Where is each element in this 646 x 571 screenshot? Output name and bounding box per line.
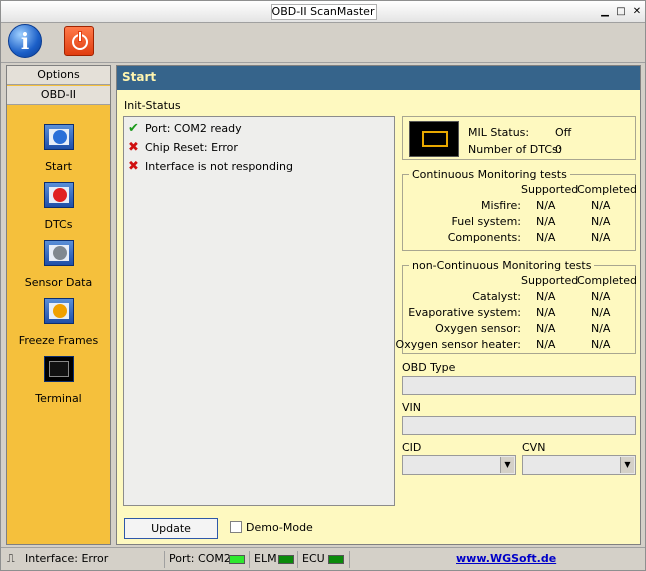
check-engine-icon <box>409 121 459 157</box>
init-status-list[interactable]: ✔ Port: COM2 ready ✖ Chip Reset: Error ✖… <box>123 116 395 506</box>
power-icon[interactable] <box>64 26 94 56</box>
row-completed: N/A <box>591 215 611 228</box>
row-supported: N/A <box>536 215 556 228</box>
port-cell: Port: COM2 <box>164 551 249 568</box>
update-button[interactable]: Update <box>124 518 218 539</box>
sidebar-item-sensor-data[interactable]: Sensor Data <box>7 240 110 289</box>
row-completed: N/A <box>591 231 611 244</box>
demo-mode-checkbox[interactable] <box>230 521 242 533</box>
toolbar: i <box>1 23 645 63</box>
start-info-icon <box>43 124 74 150</box>
dtc-count-label: Number of DTCs: <box>468 143 562 156</box>
group-title: Continuous Monitoring tests <box>409 168 570 181</box>
port-status: Port: COM2 <box>169 552 231 565</box>
tab-obd-ii[interactable]: OBD-II <box>7 86 110 105</box>
terminal-icon <box>43 356 74 382</box>
row-completed: N/A <box>591 290 611 303</box>
col-supported: Supported <box>521 183 579 196</box>
mil-status-box: MIL Status: Off Number of DTCs: 0 <box>402 116 636 160</box>
maximize-button[interactable]: □ <box>615 6 627 18</box>
tab-options[interactable]: Options <box>7 66 110 85</box>
sidebar-item-terminal[interactable]: Terminal <box>7 356 110 405</box>
title-bar[interactable]: OBD-II ScanMaster ▁ □ ✕ <box>1 1 645 23</box>
chevron-down-icon: ▼ <box>500 457 514 473</box>
dtc-error-icon <box>43 182 74 208</box>
sidebar-item-start[interactable]: Start <box>7 124 110 173</box>
row-name: Catalyst: <box>472 290 521 303</box>
row-supported: N/A <box>536 199 556 212</box>
interface-status: Interface: Error <box>25 552 109 565</box>
mil-status-value: Off <box>555 126 572 139</box>
row-name: Fuel system: <box>451 215 522 228</box>
row-completed: N/A <box>591 306 611 319</box>
obd-type-field[interactable] <box>402 376 636 395</box>
vin-field[interactable] <box>402 416 636 435</box>
elm-label: ELM <box>254 552 277 565</box>
sidebar-item-label: Terminal <box>35 392 82 405</box>
row-supported: N/A <box>536 306 556 319</box>
row-supported: N/A <box>536 290 556 303</box>
window-title: OBD-II ScanMaster <box>271 5 375 18</box>
row-supported: N/A <box>536 322 556 335</box>
sidebar-item-label: DTCs <box>44 218 73 231</box>
row-name: Components: <box>447 231 521 244</box>
close-button[interactable]: ✕ <box>631 6 643 18</box>
row-completed: N/A <box>591 338 611 351</box>
demo-mode-label[interactable]: Demo-Mode <box>246 521 313 534</box>
ecu-led <box>328 555 344 564</box>
row-name: Evaporative system: <box>408 306 521 319</box>
col-completed: Completed <box>577 274 637 287</box>
continuous-monitoring-group: Continuous Monitoring tests Supported Co… <box>402 168 637 251</box>
sidebar-item-freeze-frames[interactable]: Freeze Frames <box>7 298 110 347</box>
app-window: OBD-II ScanMaster ▁ □ ✕ i Options OBD-II… <box>0 0 646 571</box>
sidebar-item-label: Start <box>45 160 72 173</box>
chevron-down-icon: ▼ <box>620 457 634 473</box>
info-icon[interactable]: i <box>8 24 42 58</box>
status-text: Port: COM2 ready <box>145 122 242 135</box>
row-completed: N/A <box>591 199 611 212</box>
sidebar: Options OBD-II Start DTCs Sensor Data Fr… <box>6 65 111 545</box>
sidebar-item-label: Sensor Data <box>24 276 93 289</box>
group-title: non-Continuous Monitoring tests <box>409 259 595 272</box>
port-led <box>229 555 245 564</box>
non-continuous-monitoring-group: non-Continuous Monitoring tests Supporte… <box>396 259 637 354</box>
init-status-label: Init-Status <box>124 99 181 112</box>
ecu-label: ECU <box>302 552 325 565</box>
col-supported: Supported <box>521 274 579 287</box>
cvn-select[interactable]: ▼ <box>522 455 636 475</box>
error-x-icon: ✖ <box>128 140 139 155</box>
row-supported: N/A <box>536 231 556 244</box>
cid-label: CID <box>402 441 422 454</box>
row-name: Oxygen sensor: <box>435 322 521 335</box>
ecu-cell: ECU <box>297 551 349 568</box>
check-icon: ✔ <box>128 121 139 136</box>
page-title: Start <box>122 70 157 84</box>
cvn-label: CVN <box>522 441 546 454</box>
row-supported: N/A <box>536 338 556 351</box>
interface-icon: ⎍ <box>7 552 15 565</box>
minimize-button[interactable]: ▁ <box>599 6 611 18</box>
elm-cell: ELM <box>249 551 297 568</box>
gear-icon <box>43 240 74 266</box>
sidebar-item-label: Freeze Frames <box>18 334 99 347</box>
status-bar: ⎍ Interface: Error Port: COM2 ELM ECU ww… <box>1 547 645 570</box>
cid-select[interactable]: ▼ <box>402 455 516 475</box>
status-text: Chip Reset: Error <box>145 141 238 154</box>
obd-type-label: OBD Type <box>402 361 456 374</box>
elm-led <box>278 555 294 564</box>
row-name: Misfire: <box>481 199 521 212</box>
panel-header: Start <box>117 66 640 90</box>
row-name: Oxygen sensor heater: <box>395 338 521 351</box>
freeze-icon <box>43 298 74 324</box>
col-completed: Completed <box>577 183 637 196</box>
sidebar-item-dtcs[interactable]: DTCs <box>7 182 110 231</box>
main-panel: Start Init-Status ✔ Port: COM2 ready ✖ C… <box>116 65 641 545</box>
dtc-count-value: 0 <box>555 143 562 156</box>
status-text: Interface is not responding <box>145 160 293 173</box>
row-completed: N/A <box>591 322 611 335</box>
mil-status-label: MIL Status: <box>468 126 530 139</box>
website-link[interactable]: www.WGSoft.de <box>456 552 556 565</box>
vin-label: VIN <box>402 401 421 414</box>
error-x-icon: ✖ <box>128 159 139 174</box>
